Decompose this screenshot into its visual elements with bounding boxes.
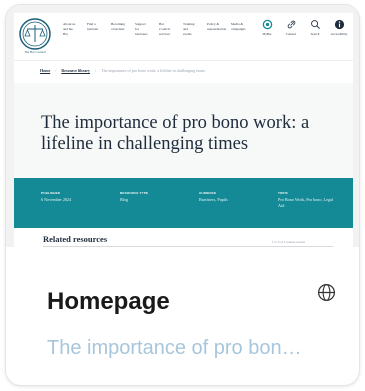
link-preview-card[interactable]: The Bar Council About us and the Bar Fin… [5, 4, 360, 386]
site-header: The Bar Council About us and the Bar Fin… [14, 13, 353, 61]
meta-topic: Topic Pro Bono Work, Pro bono, Legal Aid [278, 191, 340, 208]
page-screenshot-preview: The Bar Council About us and the Bar Fin… [6, 5, 359, 247]
divider [43, 246, 333, 247]
bar-council-logo: The Bar Council [19, 18, 51, 54]
breadcrumb-separator: / [95, 68, 97, 73]
nav-training[interactable]: Training and events [183, 22, 197, 37]
page-title: The importance of pro bono work: a lifel… [41, 113, 310, 154]
card-subtitle: The importance of pro bono work: a lifel… [47, 337, 309, 359]
link-icon [287, 20, 295, 29]
meta-value: Blog [120, 197, 129, 202]
mybc-label: MyBar [262, 32, 272, 36]
logo-text: The Bar Council [24, 50, 45, 54]
meta-label: Topic [278, 191, 289, 195]
meta-value: Barristers, Pupils [199, 197, 228, 202]
nav-policy[interactable]: Policy & representation [207, 22, 226, 37]
nav-support[interactable]: Support for barristers [135, 22, 149, 37]
info-icon [334, 19, 344, 30]
mybc-icon [262, 19, 272, 30]
breadcrumb-resource-library[interactable]: Resource library [61, 68, 90, 73]
meta-label: Published [41, 191, 61, 195]
search-button[interactable]: Search [307, 19, 323, 36]
related-results-count: 1 to 5 of 6 related results [272, 240, 306, 244]
accessibility-label: Accessibility [330, 32, 348, 36]
breadcrumb-current: The importance of pro bono work: a lifel… [101, 68, 205, 73]
breadcrumb: Home / Resource library / The importance… [40, 68, 205, 73]
meta-value: 6 November 2024 [41, 197, 72, 202]
meta-value: Pro Bono Work, Pro bono, Legal Aid [278, 197, 334, 208]
website-thumbnail: The Bar Council About us and the Bar Fin… [14, 13, 353, 247]
meta-audience: Audience Barristers, Pupils [199, 191, 259, 203]
related-resources-heading: Related resources [43, 234, 108, 244]
nav-about[interactable]: About us and the Bar [63, 22, 77, 37]
nav-services[interactable]: Bar Council services [159, 22, 173, 37]
card-title: Homepage [47, 288, 170, 315]
meta-label: Audience [199, 191, 217, 195]
meta-resource-type: Resource type Blog [120, 191, 180, 203]
mybc-button[interactable]: MyBar [259, 19, 275, 36]
nav-find-barrister[interactable]: Find a barrister [87, 22, 101, 37]
globe-icon[interactable] [317, 283, 336, 302]
connect-label: Connect [285, 32, 297, 36]
meta-label: Resource type [120, 191, 149, 195]
meta-published: Published 6 November 2024 [41, 191, 101, 203]
header-icons: MyBar Connect Search Accessibility [259, 19, 347, 36]
nav-media[interactable]: Media & campaigns [231, 22, 246, 37]
page-hero: The importance of pro bono work: a lifel… [14, 83, 353, 183]
breadcrumb-separator: / [55, 68, 57, 73]
accessibility-button[interactable]: Accessibility [331, 19, 347, 36]
nav-becoming-barrister[interactable]: Becoming a barrister [111, 22, 125, 37]
search-icon [310, 20, 320, 29]
main-nav: About us and the Bar Find a barrister Be… [63, 22, 246, 37]
search-label: Search [310, 32, 320, 36]
metadata-bar: Published 6 November 2024 Resource type … [14, 178, 353, 228]
connect-button[interactable]: Connect [283, 19, 299, 36]
breadcrumb-home[interactable]: Home [40, 68, 50, 73]
